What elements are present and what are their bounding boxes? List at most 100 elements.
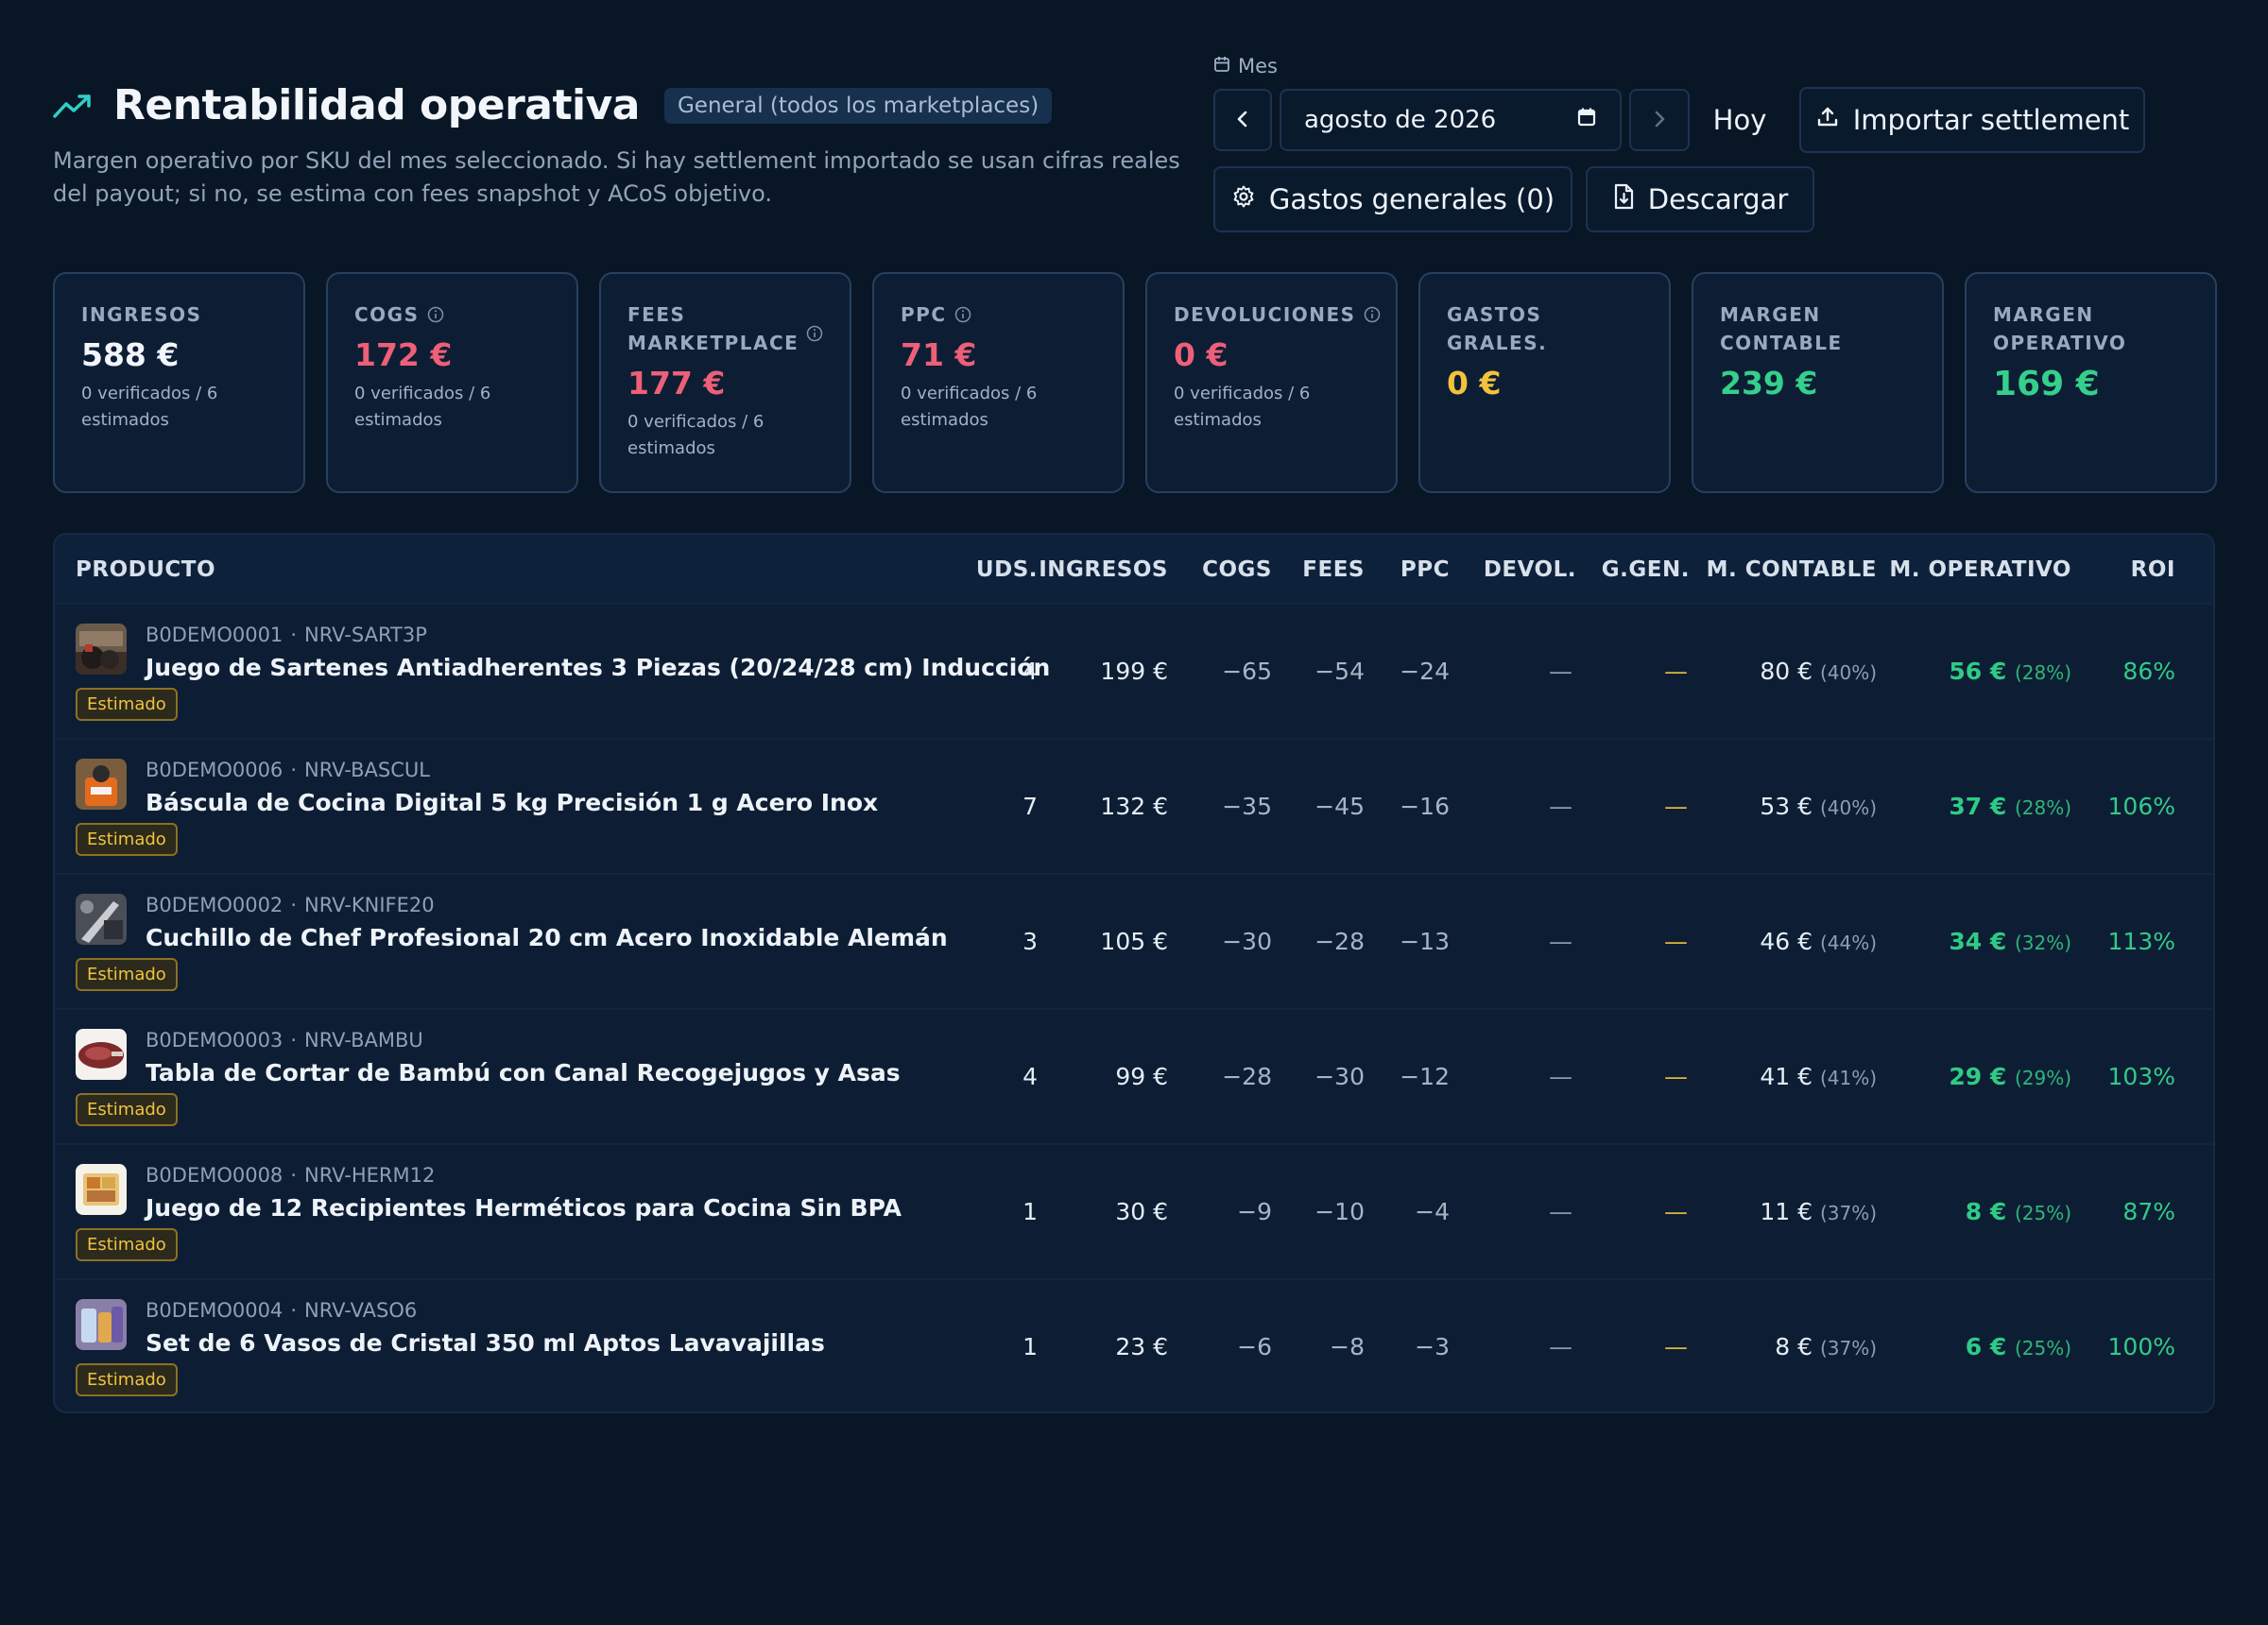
cell-m-operativo: 34 € (32%)	[1949, 928, 2071, 955]
table-row[interactable]: B0DEMO0001 · NRV-SART3P Juego de Sartenes …	[55, 605, 2213, 740]
table-row[interactable]: B0DEMO0008 · NRV-HERM12 Juego de 12 Recipi…	[55, 1145, 2213, 1280]
sku: NRV-VASO6	[304, 1299, 418, 1322]
sku: NRV-BAMBU	[304, 1029, 423, 1052]
col-fees[interactable]: FEES	[1302, 557, 1365, 582]
m-operativo-pct: (28%)	[2014, 796, 2071, 819]
estimado-badge: Estimado	[76, 823, 178, 856]
card-value: 0 €	[1174, 336, 1228, 373]
profit-table: PRODUCTO UDS. INGRESOS COGS FEES PPC DEV…	[53, 533, 2215, 1413]
asin: B0DEMO0008	[146, 1164, 284, 1187]
m-operativo-pct: (25%)	[2014, 1202, 2071, 1224]
table-body: B0DEMO0001 · NRV-SART3P Juego de Sartenes …	[55, 605, 2213, 1411]
m-operativo-pct: (25%)	[2014, 1337, 2071, 1360]
cell-uds: 4	[1022, 658, 1038, 685]
col-ppc[interactable]: PPC	[1400, 557, 1450, 582]
import-settlement-button[interactable]: Importar settlement	[1799, 87, 2145, 153]
cell-ggen: —	[1664, 1198, 1688, 1225]
today-button[interactable]: Hoy	[1697, 89, 1782, 151]
col-m-operativo[interactable]: M. OPERATIVO	[1889, 557, 2071, 582]
cell-cogs: −28	[1222, 1063, 1272, 1090]
product-name[interactable]: Juego de Sartenes Antiadherentes 3 Pieza…	[146, 654, 1050, 681]
m-operativo-value: 8 €	[1965, 1198, 2007, 1225]
calendar-picker-icon[interactable]	[1576, 106, 1597, 134]
card-value: 0 €	[1447, 365, 1502, 402]
cell-roi: 86%	[2122, 658, 2175, 685]
month-input[interactable]: agosto de 2026	[1280, 89, 1622, 151]
gastos-generales-label: Gastos generales (0)	[1268, 183, 1555, 215]
cell-fees: −28	[1314, 928, 1365, 955]
m-operativo-pct: (32%)	[2014, 932, 2071, 954]
card-label: INGRESOS	[81, 303, 202, 326]
estimado-badge: Estimado	[76, 1228, 178, 1261]
info-icon[interactable]	[806, 325, 823, 342]
col-uds[interactable]: UDS.	[976, 557, 1038, 582]
cell-fees: −30	[1314, 1063, 1365, 1090]
cell-m-contable: 46 € (44%)	[1760, 928, 1877, 955]
cell-devol: —	[1549, 928, 1572, 955]
col-ingresos[interactable]: INGRESOS	[1039, 557, 1168, 582]
col-devol[interactable]: DEVOL.	[1484, 557, 1576, 582]
product-name[interactable]: Juego de 12 Recipientes Herméticos para …	[146, 1194, 902, 1222]
metric-cards: INGRESOS 588 € 0 verificados / 6 estimad…	[53, 272, 2217, 493]
asin: B0DEMO0004	[146, 1299, 284, 1322]
cell-ingresos: 199 €	[1100, 658, 1168, 685]
table-row[interactable]: B0DEMO0006 · NRV-BASCUL Báscula de Cocina …	[55, 740, 2213, 875]
separator-dot: ·	[290, 759, 297, 781]
cell-cogs: −35	[1222, 793, 1272, 820]
cell-cogs: −9	[1237, 1198, 1272, 1225]
product-name[interactable]: Cuchillo de Chef Profesional 20 cm Acero…	[146, 924, 948, 951]
estimado-badge: Estimado	[76, 688, 178, 721]
card-value: 169 €	[1993, 365, 2100, 403]
cell-ingresos: 132 €	[1100, 793, 1168, 820]
col-roi[interactable]: ROI	[2131, 557, 2175, 582]
card-devoluciones: DEVOLUCIONES 0 € 0 verificados / 6 estim…	[1145, 272, 1398, 493]
card-ppc: PPC 71 € 0 verificados / 6 estimados	[872, 272, 1125, 493]
card-label: PPC	[901, 300, 1096, 329]
cell-devol: —	[1549, 1333, 1572, 1360]
product-name[interactable]: Tabla de Cortar de Bambú con Canal Recog…	[146, 1059, 901, 1086]
m-operativo-value: 37 €	[1949, 793, 2007, 820]
col-ggen[interactable]: G.GEN.	[1602, 557, 1690, 582]
cell-fees: −54	[1314, 658, 1365, 685]
card-label: DEVOLUCIONES	[1174, 300, 1380, 329]
asin: B0DEMO0003	[146, 1029, 284, 1052]
col-cogs[interactable]: COGS	[1202, 557, 1272, 582]
chevron-right-icon	[1649, 105, 1670, 136]
chevron-left-icon	[1232, 105, 1253, 136]
card-margen-operativo: MARGEN OPERATIVO 169 €	[1965, 272, 2217, 493]
card-gastos-grales: GASTOS GRALES. 0 €	[1418, 272, 1671, 493]
card-note: 0 verificados / 6 estimados	[901, 384, 1038, 430]
table-row[interactable]: B0DEMO0004 · NRV-VASO6 Set de 6 Vasos de C…	[55, 1280, 2213, 1411]
info-icon[interactable]	[954, 306, 971, 323]
card-value: 239 €	[1720, 365, 1818, 402]
col-m-contable[interactable]: M. CONTABLE	[1707, 557, 1877, 582]
info-icon[interactable]	[1364, 306, 1381, 323]
table-row[interactable]: B0DEMO0003 · NRV-BAMBU Tabla de Cortar de …	[55, 1010, 2213, 1145]
cell-devol: —	[1549, 1063, 1572, 1090]
product-name[interactable]: Set de 6 Vasos de Cristal 350 ml Aptos L…	[146, 1329, 825, 1357]
card-value: 71 €	[901, 336, 977, 373]
cell-ppc: −3	[1415, 1333, 1450, 1360]
download-button[interactable]: Descargar	[1586, 166, 1814, 232]
m-operativo-pct: (28%)	[2014, 661, 2071, 684]
separator-dot: ·	[290, 1029, 297, 1052]
cell-uds: 7	[1022, 793, 1038, 820]
product-name[interactable]: Báscula de Cocina Digital 5 kg Precisión…	[146, 789, 878, 816]
col-producto[interactable]: PRODUCTO	[76, 557, 215, 582]
gastos-generales-button[interactable]: Gastos generales (0)	[1213, 166, 1572, 232]
sku-line: B0DEMO0002 · NRV-KNIFE20	[146, 894, 435, 916]
cell-devol: —	[1549, 793, 1572, 820]
cell-ggen: —	[1664, 1063, 1688, 1090]
prev-month-button[interactable]	[1213, 89, 1272, 151]
m-operativo-value: 34 €	[1949, 928, 2007, 955]
info-icon[interactable]	[427, 306, 444, 323]
cell-devol: —	[1549, 658, 1572, 685]
cell-roi: 103%	[2107, 1063, 2175, 1090]
calendar-icon	[1213, 55, 1230, 77]
sku-line: B0DEMO0004 · NRV-VASO6	[146, 1299, 417, 1322]
m-operativo-value: 56 €	[1949, 658, 2007, 685]
cell-ggen: —	[1664, 658, 1688, 685]
table-row[interactable]: B0DEMO0002 · NRV-KNIFE20 Cuchillo de Chef …	[55, 875, 2213, 1010]
next-month-button[interactable]	[1629, 89, 1690, 151]
sku: NRV-SART3P	[304, 624, 427, 646]
